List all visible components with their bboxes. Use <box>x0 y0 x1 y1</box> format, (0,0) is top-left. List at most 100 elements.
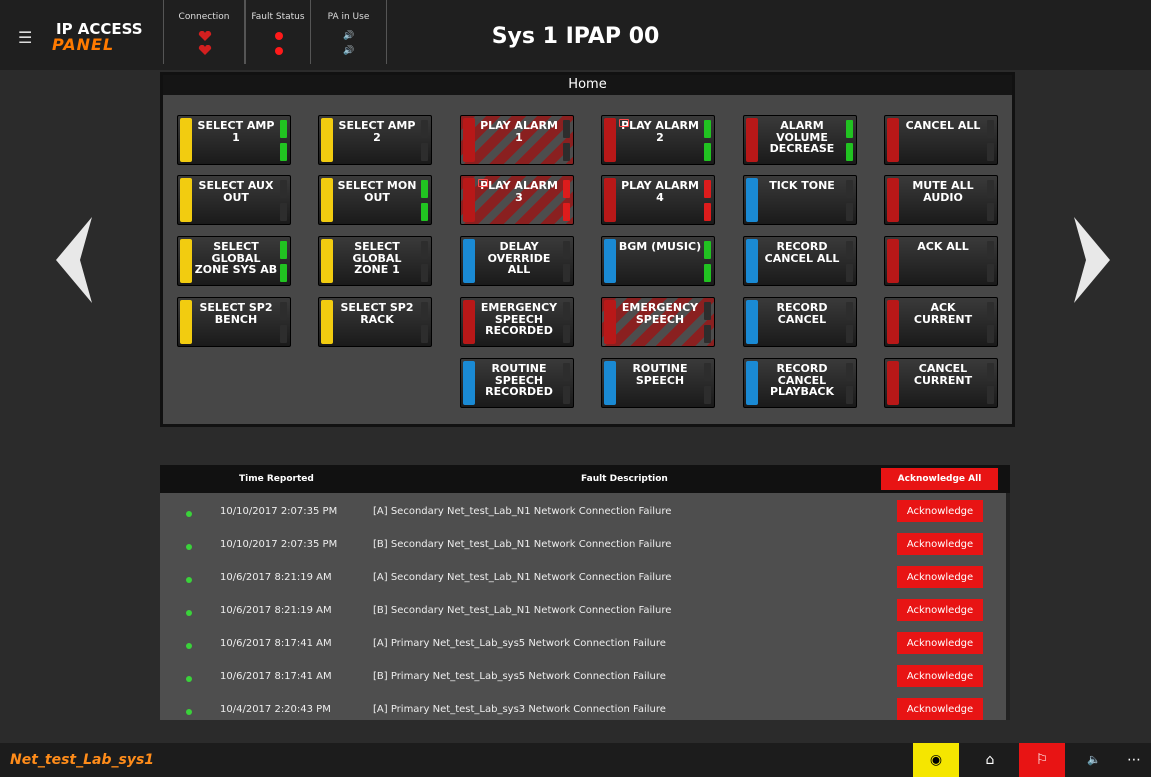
status-led <box>421 203 428 221</box>
panel-button-select-mon-out[interactable]: SELECT MON OUT <box>318 175 432 225</box>
fault-time: 10/10/2017 2:07:35 PM <box>220 539 338 550</box>
status-led <box>987 363 994 381</box>
status-led <box>846 180 853 198</box>
panel-button-ack-all[interactable]: ACK ALL <box>884 236 998 286</box>
more-icon[interactable]: ⋯ <box>1117 743 1151 777</box>
fault-status-dot-icon <box>186 511 192 517</box>
status-led <box>987 120 994 138</box>
status-led <box>704 264 711 282</box>
panel-button-record-cancel-playback[interactable]: RECORD CANCEL PLAYBACK <box>743 358 857 408</box>
panel-button-bgm-music[interactable]: BGM (MUSIC) <box>601 236 715 286</box>
panel-button-play-alarm-3[interactable]: PLAY ALARM 3 <box>460 175 574 225</box>
fault-time: 10/6/2017 8:17:41 AM <box>220 638 332 649</box>
fault-description: [B] Primary Net_test_Lab_sys5 Network Co… <box>373 671 666 682</box>
panel-button-play-alarm-2[interactable]: PLAY ALARM 2 <box>601 115 715 165</box>
status-led <box>563 180 570 198</box>
button-color-stripe <box>463 178 475 222</box>
panel-button-select-aux-out[interactable]: SELECT AUX OUT <box>177 175 291 225</box>
acknowledge-button[interactable]: Acknowledge <box>897 632 983 654</box>
panel-button-play-alarm-4[interactable]: PLAY ALARM 4 <box>601 175 715 225</box>
home-title: Home <box>163 75 1012 95</box>
speaker-icon[interactable]: 🔈 <box>1071 743 1117 777</box>
status-led <box>704 203 711 221</box>
panel-button-mute-all-audio[interactable]: MUTE ALL AUDIO <box>884 175 998 225</box>
status-led <box>987 143 994 161</box>
button-color-stripe <box>321 118 333 162</box>
acknowledge-button[interactable]: Acknowledge <box>897 566 983 588</box>
button-color-stripe <box>746 118 758 162</box>
panel-button-select-amp-2[interactable]: SELECT AMP 2 <box>318 115 432 165</box>
next-page-icon[interactable] <box>1070 215 1114 305</box>
fault-scrollbar[interactable] <box>1006 493 1010 720</box>
panel-button-alarm-volume-decrease[interactable]: ALARM VOLUME DECREASE <box>743 115 857 165</box>
panel-button-tick-tone[interactable]: TICK TONE <box>743 175 857 225</box>
panel-button-play-alarm-1[interactable]: PLAY ALARM 1 <box>460 115 574 165</box>
button-color-stripe <box>180 239 192 283</box>
button-label: TICK TONE <box>769 179 835 192</box>
status-led <box>421 264 428 282</box>
button-color-stripe <box>746 239 758 283</box>
panel-button-routine-speech-recorded[interactable]: ROUTINE SPEECH RECORDED <box>460 358 574 408</box>
status-led <box>280 325 287 343</box>
fault-table: Time Reported Fault Description Acknowle… <box>160 465 1010 720</box>
button-color-stripe <box>321 300 333 344</box>
button-label: SELECT MON OUT <box>337 179 417 204</box>
panel-button-delay-override-all[interactable]: DELAY OVERRIDE ALL <box>460 236 574 286</box>
status-led <box>704 180 711 198</box>
button-label: SELECT SP2 BENCH <box>199 301 273 326</box>
acknowledge-button[interactable]: Acknowledge <box>897 599 983 621</box>
status-led <box>421 241 428 259</box>
panel-button-cancel-current[interactable]: CANCEL CURRENT <box>884 358 998 408</box>
home-icon[interactable]: ⌂ <box>967 743 1013 777</box>
status-led <box>846 203 853 221</box>
status-led <box>704 325 711 343</box>
button-label: RECORD CANCEL ALL <box>764 240 840 265</box>
acknowledge-all-button[interactable]: Acknowledge All <box>881 468 998 490</box>
status-led <box>704 120 711 138</box>
panel-button-emergency-speech[interactable]: EMERGENCY SPEECH <box>601 297 715 347</box>
button-label: DELAY OVERRIDE ALL <box>487 240 551 276</box>
button-label: ROUTINE SPEECH <box>632 362 688 387</box>
status-led <box>280 143 287 161</box>
acknowledge-button[interactable]: Acknowledge <box>897 665 983 687</box>
flag-icon[interactable]: ⚐ <box>1019 743 1065 777</box>
fault-row: 10/10/2017 2:07:35 PM [B] Secondary Net_t… <box>160 528 1010 561</box>
panel-button-record-cancel-all[interactable]: RECORD CANCEL ALL <box>743 236 857 286</box>
record-icon[interactable]: ◉ <box>913 743 959 777</box>
acknowledge-button[interactable]: Acknowledge <box>897 698 983 720</box>
panel-button-select-sp2-bench[interactable]: SELECT SP2 BENCH <box>177 297 291 347</box>
status-led <box>987 241 994 259</box>
panel-button-select-global-zone-sys-ab[interactable]: SELECT GLOBAL ZONE SYS AB <box>177 236 291 286</box>
panel-button-cancel-all[interactable]: CANCEL ALL <box>884 115 998 165</box>
col-time-reported: Time Reported <box>239 474 314 484</box>
panel-button-record-cancel[interactable]: RECORD CANCEL <box>743 297 857 347</box>
status-led <box>846 302 853 320</box>
button-color-stripe <box>746 178 758 222</box>
acknowledge-button[interactable]: Acknowledge <box>897 500 983 522</box>
panel-button-routine-speech[interactable]: ROUTINE SPEECH <box>601 358 715 408</box>
panel-button-ack-current[interactable]: ACK CURRENT <box>884 297 998 347</box>
panel-button-select-sp2-rack[interactable]: SELECT SP2 RACK <box>318 297 432 347</box>
fault-row: 10/4/2017 2:20:43 PM [A] Primary Net_test… <box>160 693 1010 720</box>
message-icon <box>478 179 488 187</box>
previous-page-icon[interactable] <box>52 215 96 305</box>
fault-row: 10/6/2017 8:21:19 AM [A] Secondary Net_te… <box>160 561 1010 594</box>
panel-button-emergency-speech-recorded[interactable]: EMERGENCY SPEECH RECORDED <box>460 297 574 347</box>
panel-button-select-global-zone-1[interactable]: SELECT GLOBAL ZONE 1 <box>318 236 432 286</box>
status-led <box>704 363 711 381</box>
fault-row: 10/6/2017 8:17:41 AM [A] Primary Net_test… <box>160 627 1010 660</box>
status-led <box>563 325 570 343</box>
button-color-stripe <box>321 239 333 283</box>
status-led <box>280 302 287 320</box>
panel-button-select-amp-1[interactable]: SELECT AMP 1 <box>177 115 291 165</box>
button-color-stripe <box>604 361 616 405</box>
acknowledge-button[interactable]: Acknowledge <box>897 533 983 555</box>
fault-time: 10/10/2017 2:07:35 PM <box>220 506 338 517</box>
fault-row: 10/10/2017 2:07:35 PM [A] Secondary Net_t… <box>160 495 1010 528</box>
button-label: SELECT AMP 1 <box>197 119 275 144</box>
button-color-stripe <box>604 118 616 162</box>
status-led <box>987 203 994 221</box>
status-led <box>846 386 853 404</box>
status-led <box>563 386 570 404</box>
button-color-stripe <box>604 300 616 344</box>
